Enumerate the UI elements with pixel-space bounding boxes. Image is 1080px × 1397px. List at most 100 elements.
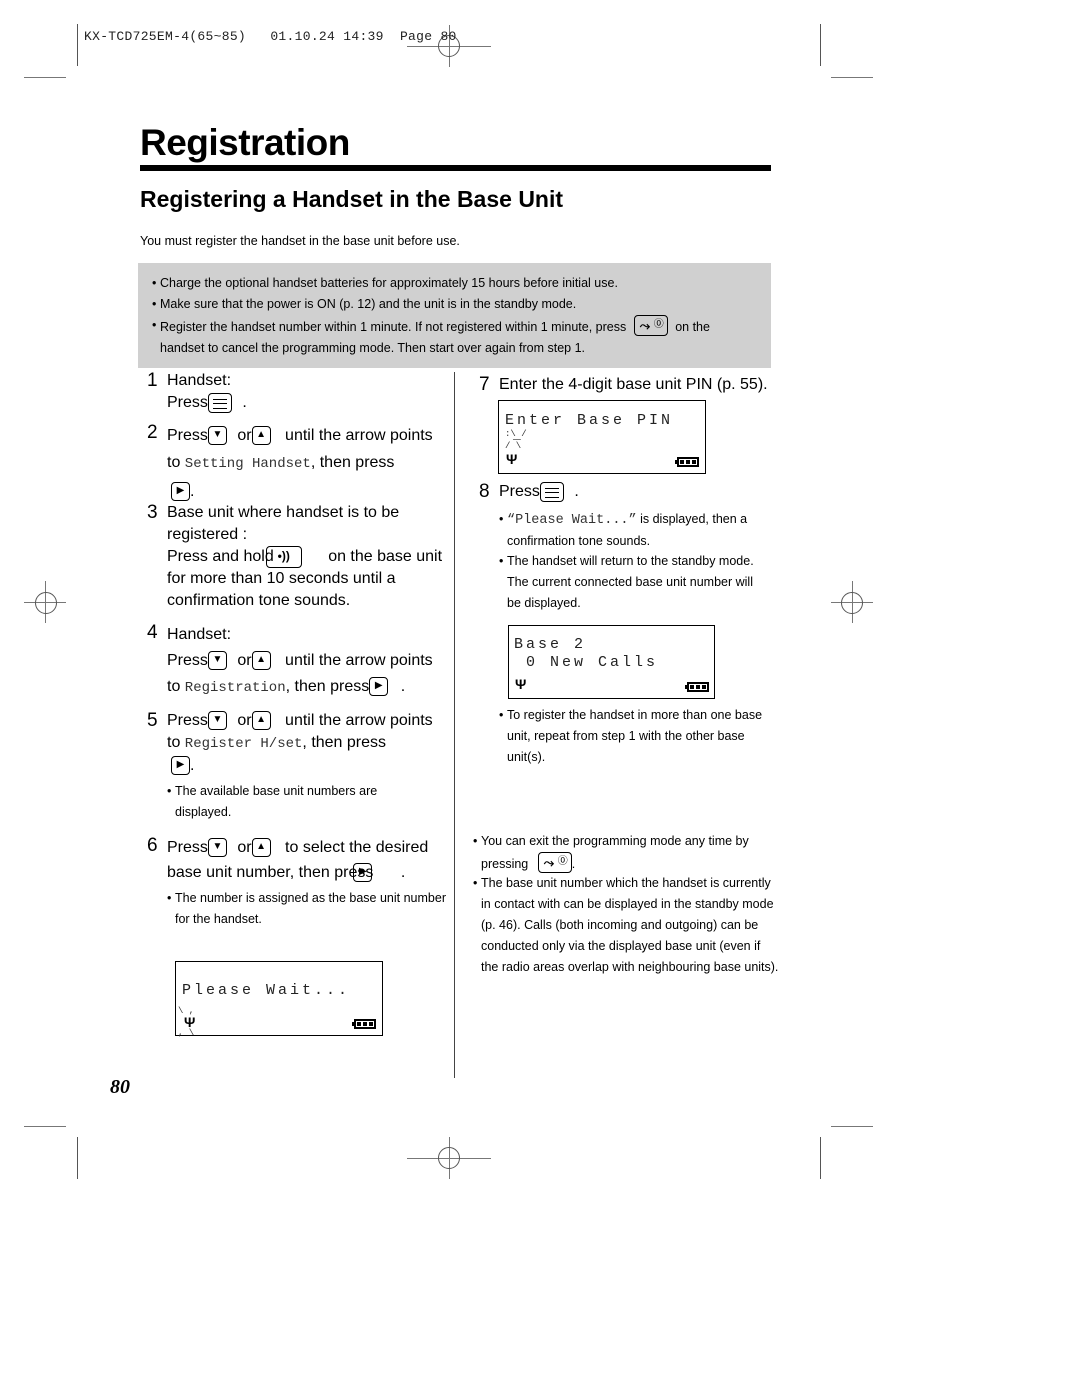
lcd-display-please-wait: Please Wait... \ , Ψ , \ (175, 961, 383, 1038)
tip-text: . (571, 857, 576, 871)
right-button-icon: ▶ (171, 756, 190, 776)
lcd-text: Please Wait... (182, 982, 351, 999)
step-text: Press (167, 427, 208, 444)
title-rule (140, 165, 771, 171)
step-8-note: “Please Wait...” is displayed, then a co… (499, 509, 777, 552)
step-8: Press . (499, 481, 579, 503)
down-button-icon: ▼ (207, 426, 227, 446)
step-text: on the base unit (328, 548, 443, 566)
crop-mark (24, 77, 66, 78)
step-text: for more than 10 seconds until a (167, 570, 396, 588)
step-text: to (167, 678, 181, 695)
notice-item: Charge the optional handset batteries fo… (152, 273, 771, 294)
page-number: 80 (110, 1076, 130, 1098)
crop-mark (820, 1137, 821, 1179)
step-text: , then press (285, 678, 370, 695)
lcd-cursor: _ (513, 427, 524, 442)
step-text: Press and hold (167, 548, 274, 566)
step-text: registered : (167, 526, 248, 543)
step-text: or (237, 652, 252, 669)
crop-mark (831, 77, 873, 78)
menu-item-name: Setting Handset (184, 456, 311, 472)
step-number: 5 (147, 710, 158, 731)
antenna-icon: Ψ (506, 451, 518, 467)
up-button-icon: ▲ (251, 838, 271, 858)
registration-mark-circle (438, 1147, 460, 1169)
antenna-icon: Ψ (515, 676, 527, 692)
step-text: , then press (302, 734, 387, 751)
print-slug: KX-TCD725EM-4(65~85) 01.10.24 14:39 Page… (84, 29, 457, 44)
notice-text: Charge the optional handset batteries fo… (160, 276, 618, 290)
registration-mark-circle (841, 592, 863, 614)
up-button-icon: ▲ (251, 426, 271, 446)
section-title: Registering a Handset in the Base Unit (140, 186, 564, 212)
intro-text: You must register the handset in the bas… (140, 234, 460, 248)
step-text: to select the desired (285, 839, 429, 856)
step-text: . (190, 483, 195, 500)
crop-mark (77, 1137, 78, 1179)
crop-mark (831, 1126, 873, 1127)
notice-item: Make sure that the power is ON (p. 12) a… (152, 294, 771, 315)
notice-text: handset to cancel the programming mode. … (160, 341, 585, 355)
step-text: . (574, 483, 579, 500)
step-text: or (237, 712, 252, 729)
up-button-icon: ▲ (251, 711, 271, 731)
step-8-note: To register the handset in more than one… (499, 705, 769, 768)
step-number: 2 (147, 422, 158, 443)
battery-icon (675, 457, 699, 467)
step-text: to (167, 734, 181, 751)
lcd-text: Base 2 (514, 636, 587, 653)
step-text: Base unit where handset is to be (167, 504, 400, 521)
down-button-icon: ▼ (207, 711, 227, 731)
step-text: until the arrow points (285, 652, 433, 669)
step-1: Handset: Press . (167, 370, 247, 414)
right-button-icon: ▶ (353, 863, 373, 883)
registration-mark-circle (35, 592, 57, 614)
down-button-icon: ▼ (207, 838, 227, 858)
step-text: or (237, 427, 252, 444)
step-5: Press ▼ or ▲ until the arrow points to Reg… (167, 710, 462, 777)
crop-mark (77, 24, 78, 66)
menu-item-name: Register H/set (184, 736, 303, 752)
step-text: . (400, 864, 406, 881)
blink-indicator-icon: , \ (178, 1028, 195, 1038)
step-text: confirmation tone sounds. (167, 592, 351, 610)
step-number: 7 (479, 374, 490, 395)
step-text: to (167, 454, 181, 471)
right-button-icon: ▶ (369, 677, 389, 697)
lcd-text: Enter Base PIN (505, 412, 674, 429)
step-text: base unit number, then press (167, 864, 374, 881)
down-button-icon: ▼ (207, 651, 227, 671)
step-number: 3 (147, 502, 158, 523)
notice-box: Charge the optional handset batteries fo… (138, 263, 771, 368)
step-5-note: The available base unit numbers are disp… (167, 781, 415, 823)
page-title: Registration (140, 122, 350, 163)
off-button-icon: ⤳ ⓪ (633, 315, 668, 336)
step-number: 4 (147, 622, 158, 643)
step-7: Enter the 4-digit base unit PIN (p. 55). (499, 376, 768, 393)
lcd-display-base: Base 2 0 New Calls Ψ (508, 625, 715, 699)
step-number: 6 (147, 835, 158, 856)
right-button-icon: ▶ (171, 482, 190, 502)
step-text: or (237, 839, 252, 856)
step-text: Press (167, 394, 208, 411)
step-text: , then press (310, 454, 395, 471)
step-2: Press ▼ or ▲ until the arrow points to Set… (167, 422, 457, 505)
menu-item-name: Registration (184, 680, 286, 696)
step-text: . (400, 678, 406, 695)
tip-text: You can exit the programming mode any ti… (481, 834, 749, 871)
step-number: 8 (479, 481, 490, 502)
step-text: Press (499, 483, 540, 500)
step-text: . (190, 757, 195, 774)
step-3: Base unit where handset is to be registe… (167, 502, 467, 612)
battery-icon (685, 682, 709, 692)
lcd-message: “Please Wait...” (507, 513, 637, 528)
menu-button-icon (539, 481, 564, 502)
step-8-note: The handset will return to the standby m… (499, 551, 769, 614)
crop-mark (24, 1126, 66, 1127)
battery-icon (352, 1019, 376, 1029)
step-number: 1 (147, 370, 158, 391)
step-text: until the arrow points (285, 712, 433, 729)
step-text: Handset: (167, 372, 232, 389)
page-button-icon: •)) (265, 546, 302, 568)
